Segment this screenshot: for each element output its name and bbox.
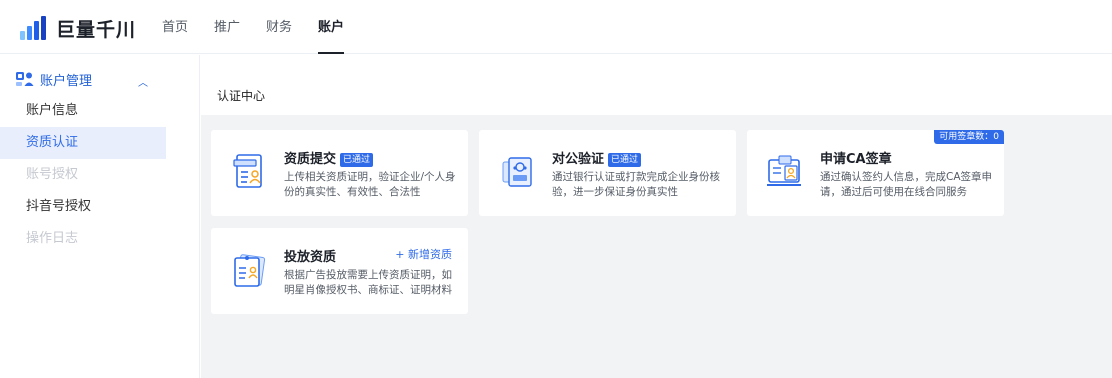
top-header: 巨量千川 首页 推广 财务 账户: [0, 0, 1112, 54]
sidebar-item-account-info[interactable]: 账户信息: [0, 95, 166, 127]
signature-computer-icon: [767, 152, 805, 192]
available-signatures-badge: 可用签章数：0: [934, 130, 1004, 144]
nav-promotion[interactable]: 推广: [214, 0, 240, 54]
card-qualification-submit[interactable]: 资质提交 已通过 上传相关资质证明，验证企业/个人身份的真实性、有效性、合法性: [211, 130, 468, 216]
card-corporate-verification[interactable]: 对公验证 已通过 通过银行认证或打款完成企业身份核验，进一步保证身份真实性: [479, 130, 736, 216]
card-description: 通过确认签约人信息，完成CA签章申请，通过后可使用在线合同服务: [820, 171, 993, 198]
document-user-icon: [231, 152, 269, 192]
sidebar-item-qualification[interactable]: 资质认证: [0, 127, 166, 159]
certificate-stack-icon: [231, 250, 269, 290]
main-header: 认证中心: [201, 55, 1112, 115]
card-ad-qualification[interactable]: 投放资质 + 新增资质 根据广告投放需要上传资质证明，如明星肖像授权书、商标证、…: [211, 228, 468, 314]
card-title: 投放资质: [284, 250, 337, 265]
page-title: 认证中心: [217, 89, 266, 103]
chevron-up-icon[interactable]: ︿: [138, 74, 148, 89]
card-title: 对公验证 已通过: [552, 148, 642, 167]
main-nav: 首页 推广 财务 账户: [162, 0, 370, 54]
main-content: 资质提交 已通过 上传相关资质证明，验证企业/个人身份的真实性、有效性、合法性 对…: [201, 115, 1112, 378]
brand-logo[interactable]: 巨量千川: [20, 16, 137, 41]
card-title: 资质提交 已通过: [284, 148, 374, 167]
sidebar-item-account-authorization: 账号授权: [26, 167, 79, 182]
nav-home[interactable]: 首页: [162, 0, 188, 54]
sidebar-item-operation-log: 操作日志: [26, 231, 79, 246]
card-description: 通过银行认证或打款完成企业身份核验，进一步保证身份真实性: [552, 171, 720, 198]
brand-name: 巨量千川: [56, 18, 137, 41]
nav-finance[interactable]: 财务: [266, 0, 292, 54]
bank-card-icon: [499, 152, 537, 192]
sidebar-item-douyin-authorization[interactable]: 抖音号授权: [0, 191, 166, 223]
sidebar-group-label: 账户管理: [40, 73, 93, 89]
sidebar: 账户管理 ︿ 账户信息 资质认证 账号授权 抖音号授权 操作日志: [0, 55, 200, 378]
add-qualification-link[interactable]: + 新增资质: [395, 246, 452, 262]
card-description: 根据广告投放需要上传资质证明，如明星肖像授权书、商标证、证明材料: [284, 269, 452, 296]
sidebar-group-account-management[interactable]: 账户管理 ︿: [0, 65, 166, 93]
card-ca-signature[interactable]: 可用签章数：0 申请CA签章 通过确认签约人信息，完成CA签章申请，通过后可使用…: [747, 130, 1004, 216]
account-management-icon: [16, 71, 34, 87]
card-description: 上传相关资质证明，验证企业/个人身份的真实性、有效性、合法性: [284, 171, 456, 198]
nav-account[interactable]: 账户: [318, 0, 345, 54]
card-title: 申请CA签章: [820, 152, 892, 167]
logo-bars-icon: [20, 16, 48, 40]
status-badge: 已通过: [608, 153, 642, 167]
status-badge: 已通过: [340, 153, 374, 167]
